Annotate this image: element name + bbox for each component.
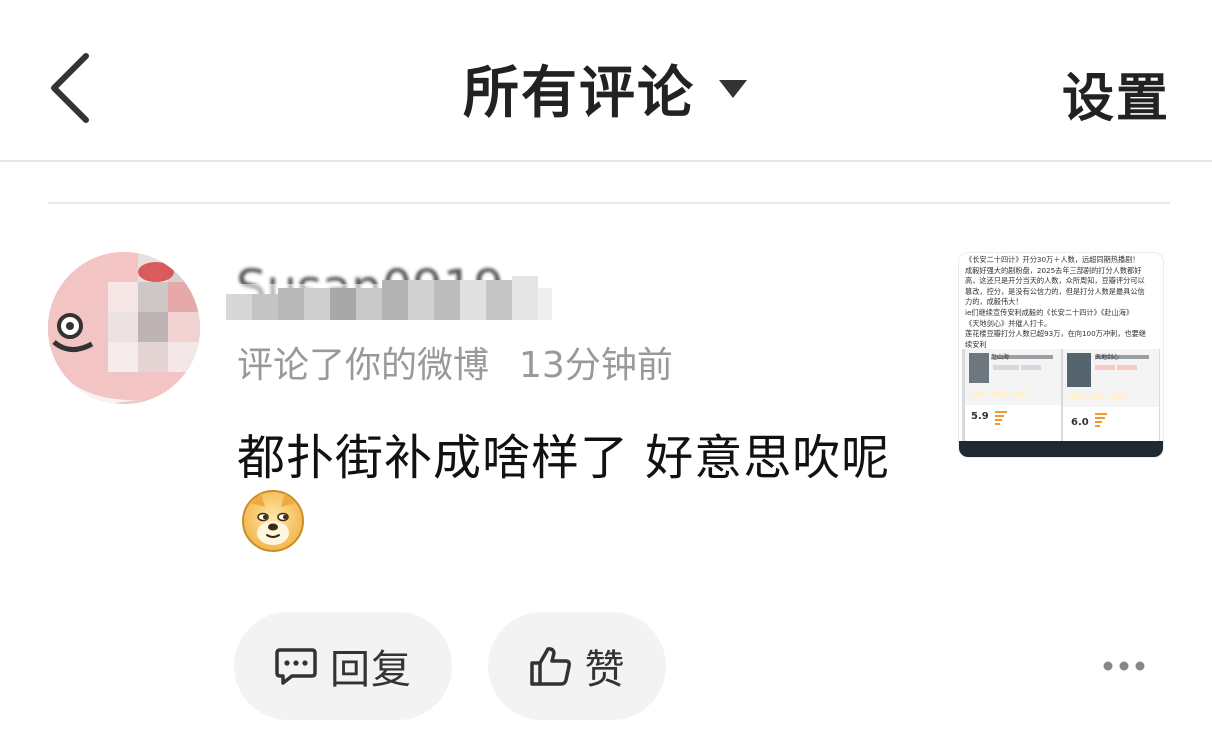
thumbnail-card-score: 6.0 bbox=[1071, 417, 1089, 428]
thumbnail-text-line: 莲花楼豆瓣打分人数已超93万，在向100万冲刺，也要继 bbox=[965, 329, 1146, 339]
like-label: 赞 bbox=[584, 647, 626, 693]
thumbnail-card-title: 赴山海 bbox=[991, 354, 1010, 361]
back-button[interactable] bbox=[40, 48, 100, 128]
page-title[interactable]: 所有评论 bbox=[463, 48, 695, 129]
thumbnail-text: 《长安二十四计》开分30万＋人数，远超同期热播剧！ 成毅好强大的剧粉盘，2025去… bbox=[965, 255, 1159, 350]
thumbnail-cards: 赴山海 5.9 天地剑心 6.0 bbox=[962, 349, 1160, 441]
chevron-left-icon bbox=[51, 53, 89, 123]
thumbnail-text-line: 篡改，控分，是没有公信力的，但是打分人数是最具公信 bbox=[965, 286, 1145, 296]
original-post-thumbnail[interactable]: 《长安二十四计》开分30万＋人数，远超同期热播剧！ 成毅好强大的剧粉盘，2025去… bbox=[958, 252, 1164, 458]
thumbnail-text-line: ie们继续宣传安利成毅的《长安二十四计》《赴山海》 bbox=[965, 307, 1134, 317]
doge-emoji-icon bbox=[241, 489, 305, 575]
thumbnail-card-title: 天地剑心 bbox=[1095, 354, 1120, 361]
action-text: 评论了你的微博 bbox=[237, 345, 490, 386]
section-divider bbox=[48, 202, 1170, 204]
thumbnail-text-line: 高，这还只是开分当天的人数，众所周知，豆瓣评分可以 bbox=[965, 276, 1145, 286]
notification-comments-screen: 所有评论 设置 评论了你的微博 13分钟前 都扑街补成啥样了 好意思吹呢 《长安… bbox=[0, 0, 1212, 746]
thumbnail-footer bbox=[959, 441, 1163, 457]
reply-label: 回复 bbox=[330, 647, 412, 693]
username[interactable]: Susan0919 bbox=[222, 258, 552, 322]
settings-button[interactable]: 设置 bbox=[1062, 56, 1170, 131]
caret-down-icon bbox=[719, 79, 747, 98]
thumbnail-card-score: 5.9 bbox=[971, 411, 989, 422]
comment-body[interactable]: 都扑街补成啥样了 好意思吹呢 bbox=[237, 420, 917, 575]
comment-meta: 评论了你的微博 13分钟前 bbox=[237, 336, 673, 388]
username-mosaic bbox=[222, 276, 552, 322]
thumbnail-text-line: 成毅好强大的剧粉盘，2025去年三部剧的打分人数都好 bbox=[965, 265, 1142, 275]
thumbnail-text-line: 力的，成毅伟大！ bbox=[965, 297, 1023, 307]
more-button[interactable] bbox=[1096, 650, 1152, 682]
comment-text: 都扑街补成啥样了 好意思吹呢 bbox=[237, 430, 891, 486]
thumbnail-text-line: 《长安二十四计》开分30万＋人数，远超同期热播剧！ bbox=[965, 255, 1140, 264]
reply-button[interactable]: 回复 bbox=[234, 612, 452, 720]
avatar-mosaic bbox=[48, 252, 200, 404]
thumbnail-card: 天地剑心 6.0 bbox=[1063, 349, 1159, 441]
more-dots-icon bbox=[1103, 661, 1145, 671]
title-dropdown-toggle[interactable] bbox=[717, 78, 749, 100]
thumbnail-text-line: 《天地剑心》并催人打卡。 bbox=[965, 318, 1052, 328]
top-bar: 所有评论 设置 bbox=[0, 0, 1212, 162]
like-button[interactable]: 赞 bbox=[488, 612, 666, 720]
avatar[interactable] bbox=[48, 252, 200, 404]
timestamp: 13分钟前 bbox=[519, 345, 673, 386]
thumbs-up-icon bbox=[529, 647, 571, 686]
thumbnail-card: 赴山海 5.9 bbox=[965, 349, 1061, 441]
comment-bubble-icon bbox=[275, 648, 317, 685]
